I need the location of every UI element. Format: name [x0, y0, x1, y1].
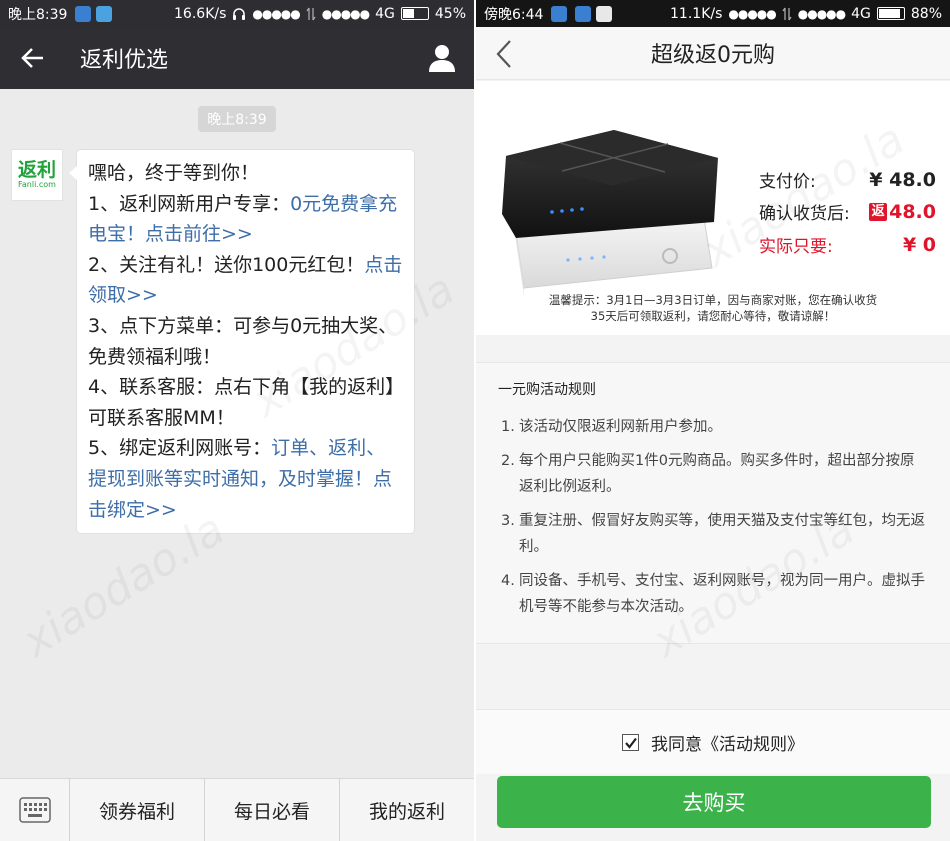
- rebate-badge: 返: [869, 203, 888, 221]
- network-type: 4G: [375, 5, 395, 22]
- fanli-logo: 返利: [17, 159, 56, 181]
- confirm-receipt-row: 确认收货后: 返 48.0: [759, 199, 936, 225]
- power-bank-product-image: [502, 130, 718, 296]
- confirm-receipt-label: 确认收货后:: [759, 204, 850, 224]
- signal-strength-icon: ●●●●●: [321, 6, 370, 21]
- rebate-value-wrap: 返 48.0: [864, 201, 936, 223]
- chat-header: 返利优选: [0, 27, 474, 89]
- arrow-left-icon: [21, 48, 43, 68]
- signal-strength-icon: ●●●●●: [252, 6, 300, 21]
- pay-price-row: 支付价: ¥ 48.0: [759, 167, 936, 193]
- keyboard-icon: [18, 797, 51, 823]
- status-bar: 晚上8:39 16.6K/s ●●●●● ●●●●● 4G 45%: [0, 0, 474, 27]
- signal-strength-icon: ●●●●●: [797, 6, 846, 21]
- net-speed: 11.1K/s: [670, 5, 723, 22]
- back-button[interactable]: [0, 27, 66, 89]
- rule-item: 3. 重复注册、假冒好友购买等，使用天猫及支付宝等红包，均无返利。: [501, 513, 925, 555]
- chevron-left-icon[interactable]: [490, 39, 518, 69]
- message-line-2: 2、关注有礼！送你100元红包！点击领取>>: [88, 253, 403, 307]
- menu-daily-must-read[interactable]: 每日必看: [205, 779, 340, 841]
- data-transfer-icon: [306, 7, 316, 20]
- menu-coupons[interactable]: 领券福利: [70, 779, 205, 841]
- battery-percent: 88%: [910, 5, 942, 22]
- battery-icon: [400, 7, 429, 20]
- message-line-1: 1、返利网新用户专享：0元免费拿充电宝！点击前往>>: [88, 192, 398, 246]
- checkmark-icon: [625, 737, 637, 749]
- product-card: 支付价: ¥ 48.0 确认收货后: 返 48.0 实际只要: ¥ 0 温馨提示：…: [476, 81, 950, 335]
- message-line-4: 4、联系客服：点右下角【我的返利】可联系客服MM！: [88, 376, 395, 429]
- pay-price-label: 支付价:: [759, 172, 816, 192]
- left-screenshot: 晚上8:39 16.6K/s ●●●●● ●●●●● 4G 45% 返利优选 晚…: [0, 0, 474, 841]
- bottom-menu-bar: 领券福利 每日必看 我的返利: [0, 778, 474, 841]
- actual-price-value: ¥ 0: [902, 233, 936, 256]
- battery-percent: 45%: [434, 5, 466, 22]
- actual-price-label: 实际只要:: [759, 237, 833, 257]
- app-notification-icon: [551, 5, 568, 22]
- rule-item: 4. 同设备、手机号、支付宝、返利网账号，视为同一用户。虚拟手机号等不能参与本次活…: [501, 573, 925, 615]
- rules-heading: 一元购活动规则: [498, 382, 596, 398]
- status-bar: 傍晚6:44 11.1K/s ●●●●● ●●●●● 4G 88%: [476, 0, 950, 27]
- agree-checkbox[interactable]: [622, 733, 639, 751]
- message-bubble: 嘿哈，终于等到你！ 1、返利网新用户专享：0元免费拿充电宝！点击前往>> 2、关…: [69, 149, 415, 534]
- agree-rules-row[interactable]: 我同意《活动规则》: [476, 710, 950, 774]
- network-type: 4G: [851, 5, 871, 22]
- agree-label: 我同意《活动规则》: [651, 734, 804, 755]
- page-header: 超级返0元购: [476, 27, 950, 80]
- avatar[interactable]: 返利 Fanli.com: [11, 149, 63, 201]
- status-time: 晚上8:39: [8, 6, 68, 23]
- page-title: 返利优选: [80, 48, 169, 73]
- app-notification-icon: [75, 5, 92, 22]
- warm-tip: 温馨提示：3月1日—3月3日订单，因与商家对账，您在确认收货 35天后可领取返利…: [548, 293, 878, 323]
- page-title: 超级返0元购: [651, 43, 775, 68]
- rebate-value: 48.0: [889, 200, 936, 223]
- rule-item: 1. 该活动仅限返利网新用户参加。: [501, 419, 722, 435]
- app-notification-icon: [596, 5, 613, 22]
- spacer-band: [476, 644, 950, 710]
- menu-my-rebate[interactable]: 我的返利: [340, 779, 474, 841]
- app-notification-icon: [96, 5, 113, 22]
- message-greeting: 嘿哈，终于等到你！: [88, 162, 260, 184]
- message-timestamp: 晚上8:39: [198, 106, 276, 132]
- fanli-domain: Fanli.com: [18, 180, 56, 189]
- right-screenshot: 傍晚6:44 11.1K/s ●●●●● ●●●●● 4G 88% 超级返0元购: [476, 0, 950, 841]
- rule-item: 2. 每个用户只能购买1件0元购商品。购买多件时，超出部分按原返利比例返利。: [501, 453, 915, 495]
- buy-button[interactable]: 去购买: [497, 776, 931, 828]
- activity-rules: 一元购活动规则 1. 该活动仅限返利网新用户参加。 2. 每个用户只能购买1件0元购…: [476, 362, 950, 644]
- data-transfer-icon: [782, 7, 792, 20]
- status-time: 傍晚6:44: [484, 6, 544, 23]
- battery-icon: [876, 7, 905, 20]
- signal-strength-icon: ●●●●●: [728, 6, 776, 21]
- message-line-3: 3、点下方菜单：可参与0元抽大奖、免费领福利哦！: [88, 314, 398, 368]
- message-line-5: 5、绑定返利网账号：订单、返利、提现到账等实时通知，及时掌握！点击绑定>>: [88, 437, 393, 521]
- actual-price-row: 实际只要: ¥ 0: [759, 232, 936, 258]
- headphone-icon: [233, 7, 246, 20]
- keyboard-toggle-button[interactable]: [0, 779, 70, 841]
- app-notification-icon: [575, 5, 592, 22]
- net-speed: 16.6K/s: [174, 5, 227, 22]
- pay-price-value: ¥ 48.0: [869, 168, 936, 191]
- user-profile-icon[interactable]: [426, 42, 458, 74]
